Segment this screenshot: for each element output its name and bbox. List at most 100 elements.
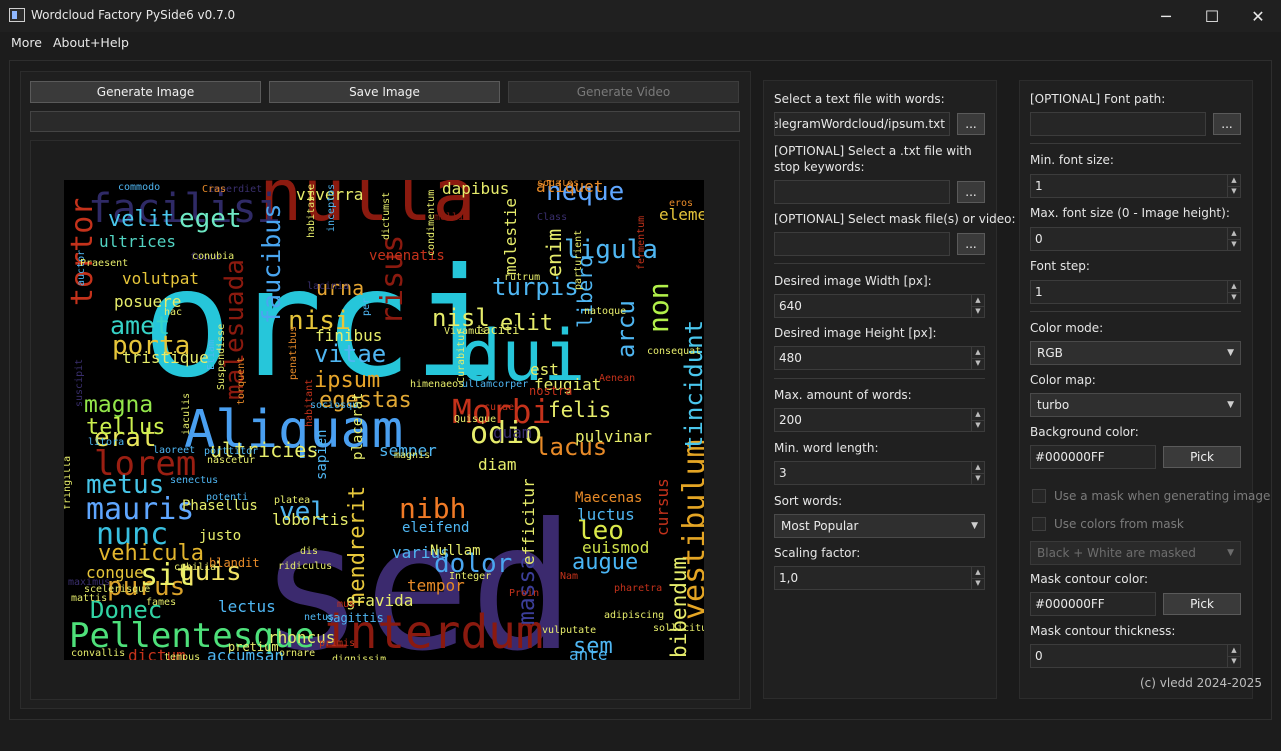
- wordcloud-word: per: [361, 298, 372, 316]
- checkbox-box[interactable]: [1032, 489, 1046, 503]
- chevron-down-icon[interactable]: ▼: [972, 577, 984, 590]
- menu-more[interactable]: More: [11, 35, 42, 50]
- wordcloud-word: amet: [110, 311, 170, 340]
- height-spin-arrows[interactable]: ▲ ▼: [971, 346, 985, 370]
- max-words-spin-arrows[interactable]: ▲ ▼: [971, 408, 985, 432]
- mask-contour-thickness-spinbox[interactable]: 0: [1030, 644, 1228, 668]
- wordcloud-word: himenaeos: [410, 379, 464, 390]
- maximize-button[interactable]: ☐: [1189, 0, 1235, 32]
- wordcloud-word: fermentum: [636, 216, 647, 270]
- wordcloud-word: Cras: [202, 184, 226, 195]
- wordcloud-word: est: [530, 360, 559, 379]
- use-mask-colors-checkbox[interactable]: Use colors from mask: [1032, 517, 1184, 531]
- chevron-up-icon[interactable]: ▲: [972, 567, 984, 578]
- chevron-up-icon[interactable]: ▲: [1228, 645, 1240, 656]
- chevron-down-icon[interactable]: ▼: [1228, 185, 1240, 198]
- background-color-pick-button[interactable]: Pick: [1163, 446, 1241, 468]
- font-step-spin-arrows[interactable]: ▲ ▼: [1227, 280, 1241, 304]
- background-color-label: Background color:: [1030, 425, 1139, 439]
- mask-contour-thickness-spin-arrows[interactable]: ▲ ▼: [1227, 644, 1241, 668]
- color-mode-label: Color mode:: [1030, 321, 1104, 335]
- font-path-input[interactable]: [1030, 112, 1206, 136]
- wordcloud-word: enim: [542, 229, 566, 277]
- wordcloud-word: ridiculus: [278, 561, 332, 572]
- min-word-length-spin-arrows[interactable]: ▲ ▼: [971, 461, 985, 485]
- generate-video-button[interactable]: Generate Video: [508, 81, 739, 103]
- wordcloud-word: dapibus: [442, 180, 509, 198]
- chevron-up-icon[interactable]: ▲: [972, 462, 984, 473]
- mask-mode-dropdown[interactable]: Black + White are masked ▼: [1030, 541, 1241, 565]
- chevron-up-icon[interactable]: ▲: [972, 295, 984, 306]
- font-path-browse-button[interactable]: ...: [1213, 113, 1241, 135]
- font-path-label: [OPTIONAL] Font path:: [1030, 92, 1166, 106]
- sort-words-value: Most Popular: [781, 519, 859, 533]
- wordcloud-word: iaculis: [181, 393, 192, 435]
- wordcloud-word: Class: [537, 212, 567, 223]
- sort-words-dropdown[interactable]: Most Popular ▼: [774, 514, 985, 538]
- min-word-length-spinbox[interactable]: 3: [774, 461, 972, 485]
- chevron-up-icon[interactable]: ▲: [1228, 281, 1240, 292]
- generate-image-button[interactable]: Generate Image: [30, 81, 261, 103]
- text-file-browse-button[interactable]: ...: [957, 113, 985, 135]
- wordcloud-word: rutrum: [504, 272, 540, 283]
- copyright-text: (c) vledd 2024-2025: [1140, 676, 1263, 690]
- chevron-up-icon[interactable]: ▲: [972, 347, 984, 358]
- chevron-down-icon: ▼: [1227, 400, 1234, 410]
- wordcloud-word: eros: [669, 198, 693, 209]
- scaling-factor-spinbox[interactable]: 1,0: [774, 566, 972, 590]
- min-font-size-spin-arrows[interactable]: ▲ ▼: [1227, 174, 1241, 198]
- chevron-down-icon[interactable]: ▼: [972, 419, 984, 432]
- max-font-size-spin-arrows[interactable]: ▲ ▼: [1227, 227, 1241, 251]
- minimize-button[interactable]: ─: [1143, 0, 1189, 32]
- stop-keywords-browse-button[interactable]: ...: [957, 181, 985, 203]
- chevron-down-icon[interactable]: ▼: [972, 357, 984, 370]
- height-spinbox[interactable]: 480: [774, 346, 972, 370]
- mask-contour-color-pick-button[interactable]: Pick: [1163, 593, 1241, 615]
- wordcloud-word: ante: [569, 645, 608, 660]
- width-spinbox[interactable]: 640: [774, 294, 972, 318]
- use-mask-label: Use a mask when generating image: [1054, 489, 1271, 503]
- wordcloud-word: mollis: [434, 212, 470, 223]
- wordcloud-word: ullamcorper: [462, 379, 528, 390]
- wordcloud-word: molestie: [501, 198, 520, 275]
- wordcloud-word: litora: [88, 437, 124, 448]
- wordcloud-word: mus: [337, 599, 355, 610]
- scaling-factor-spin-arrows[interactable]: ▲ ▼: [971, 566, 985, 590]
- checkbox-box[interactable]: [1032, 517, 1046, 531]
- close-button[interactable]: ✕: [1235, 0, 1281, 32]
- chevron-down-icon[interactable]: ▼: [972, 472, 984, 485]
- max-words-spinbox[interactable]: 200: [774, 408, 972, 432]
- chevron-down-icon[interactable]: ▼: [1228, 238, 1240, 251]
- stop-keywords-input[interactable]: [774, 180, 950, 204]
- save-image-button[interactable]: Save Image: [269, 81, 500, 103]
- chevron-up-icon[interactable]: ▲: [972, 409, 984, 420]
- chevron-up-icon[interactable]: ▲: [1228, 175, 1240, 186]
- font-step-spinbox[interactable]: 1: [1030, 280, 1228, 304]
- chevron-down-icon[interactable]: ▼: [972, 305, 984, 318]
- max-font-size-spinbox[interactable]: 0: [1030, 227, 1228, 251]
- max-words-label: Max. amount of words:: [774, 388, 912, 402]
- text-file-label: Select a text file with words:: [774, 92, 945, 106]
- wordcloud-word: gravida: [346, 591, 413, 610]
- chevron-up-icon[interactable]: ▲: [1228, 228, 1240, 239]
- color-map-dropdown[interactable]: turbo ▼: [1030, 393, 1241, 417]
- chevron-down-icon: ▼: [1227, 348, 1234, 358]
- width-spin-arrows[interactable]: ▲ ▼: [971, 294, 985, 318]
- menu-about-help[interactable]: About+Help: [53, 35, 129, 50]
- background-color-input[interactable]: #000000FF: [1030, 445, 1156, 469]
- wordcloud-word: dignissim: [332, 654, 386, 660]
- text-file-input[interactable]: s/TelegramWordcloud/ipsum.txt: [774, 112, 950, 136]
- mask-file-browse-button[interactable]: ...: [957, 233, 985, 255]
- min-font-size-spinbox[interactable]: 1: [1030, 174, 1228, 198]
- use-mask-checkbox[interactable]: Use a mask when generating image: [1032, 489, 1270, 503]
- wordcloud-word: blandit: [209, 556, 260, 570]
- color-mode-dropdown[interactable]: RGB ▼: [1030, 341, 1241, 365]
- wordcloud-word: fringilla: [64, 456, 73, 510]
- chevron-down-icon[interactable]: ▼: [1228, 291, 1240, 304]
- mask-file-input[interactable]: [774, 232, 950, 256]
- window-title: Wordcloud Factory PySide6 v0.7.0: [31, 8, 236, 22]
- divider: [774, 263, 985, 264]
- chevron-down-icon[interactable]: ▼: [1228, 655, 1240, 668]
- mask-contour-color-input[interactable]: #000000FF: [1030, 592, 1156, 616]
- mask-file-label: [OPTIONAL] Select mask file(s) or video:: [774, 212, 1016, 226]
